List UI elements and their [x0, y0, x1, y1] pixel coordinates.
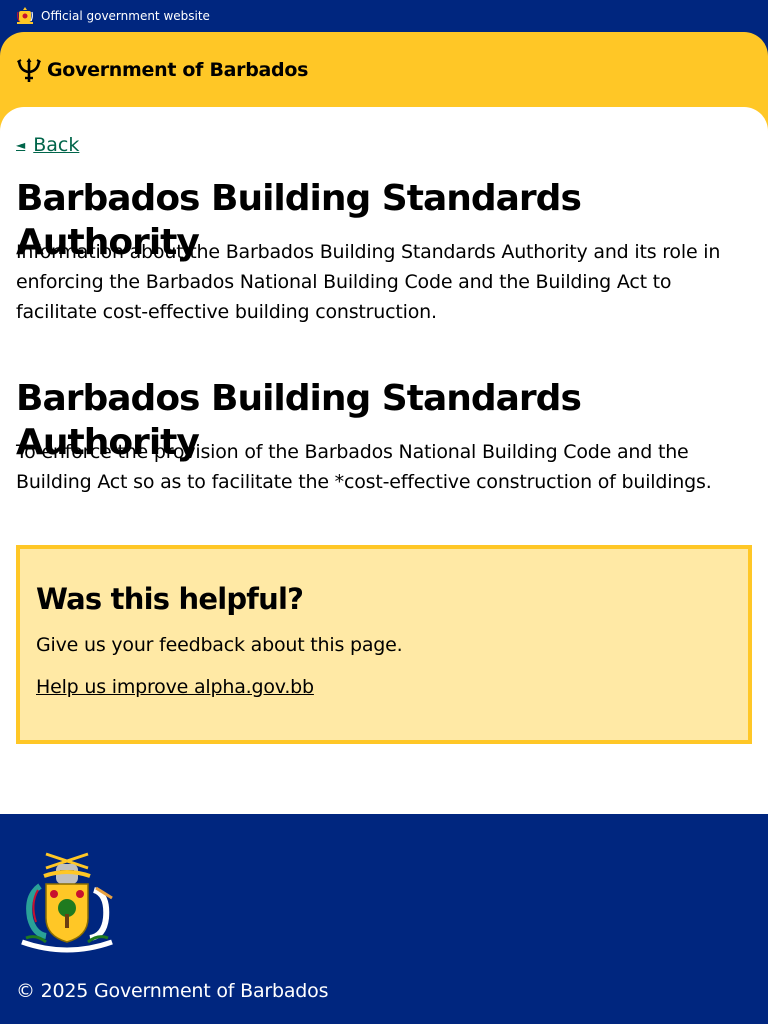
site-footer: © 2025 Government of Barbados [0, 814, 768, 1024]
trident-icon [17, 58, 41, 82]
official-banner: Official government website [0, 0, 768, 32]
official-banner-text: Official government website [41, 9, 210, 23]
brand-link[interactable]: Government of Barbados [16, 56, 752, 84]
back-link[interactable]: ◄ Back [16, 134, 79, 156]
page-intro: Information about the Barbados Building … [16, 241, 721, 323]
feedback-text: Give us your feedback about this page. [36, 634, 403, 656]
coat-of-arms-icon [17, 7, 33, 24]
feedback-title: Was this helpful? [36, 582, 304, 616]
copyright-text: © 2025 Government of Barbados [16, 980, 329, 1002]
section-body: To enforce the provision of the Barbados… [16, 441, 712, 493]
main-content: ◄ Back Barbados Building Standards Autho… [0, 107, 768, 814]
back-link-label: Back [33, 134, 80, 156]
feedback-panel: Was this helpful? Give us your feedback … [16, 545, 752, 744]
coat-of-arms-icon [21, 852, 113, 953]
feedback-link[interactable]: Help us improve alpha.gov.bb [36, 676, 314, 698]
arrow-left-icon: ◄ [16, 138, 26, 152]
brand-name: Government of Barbados [47, 59, 309, 81]
